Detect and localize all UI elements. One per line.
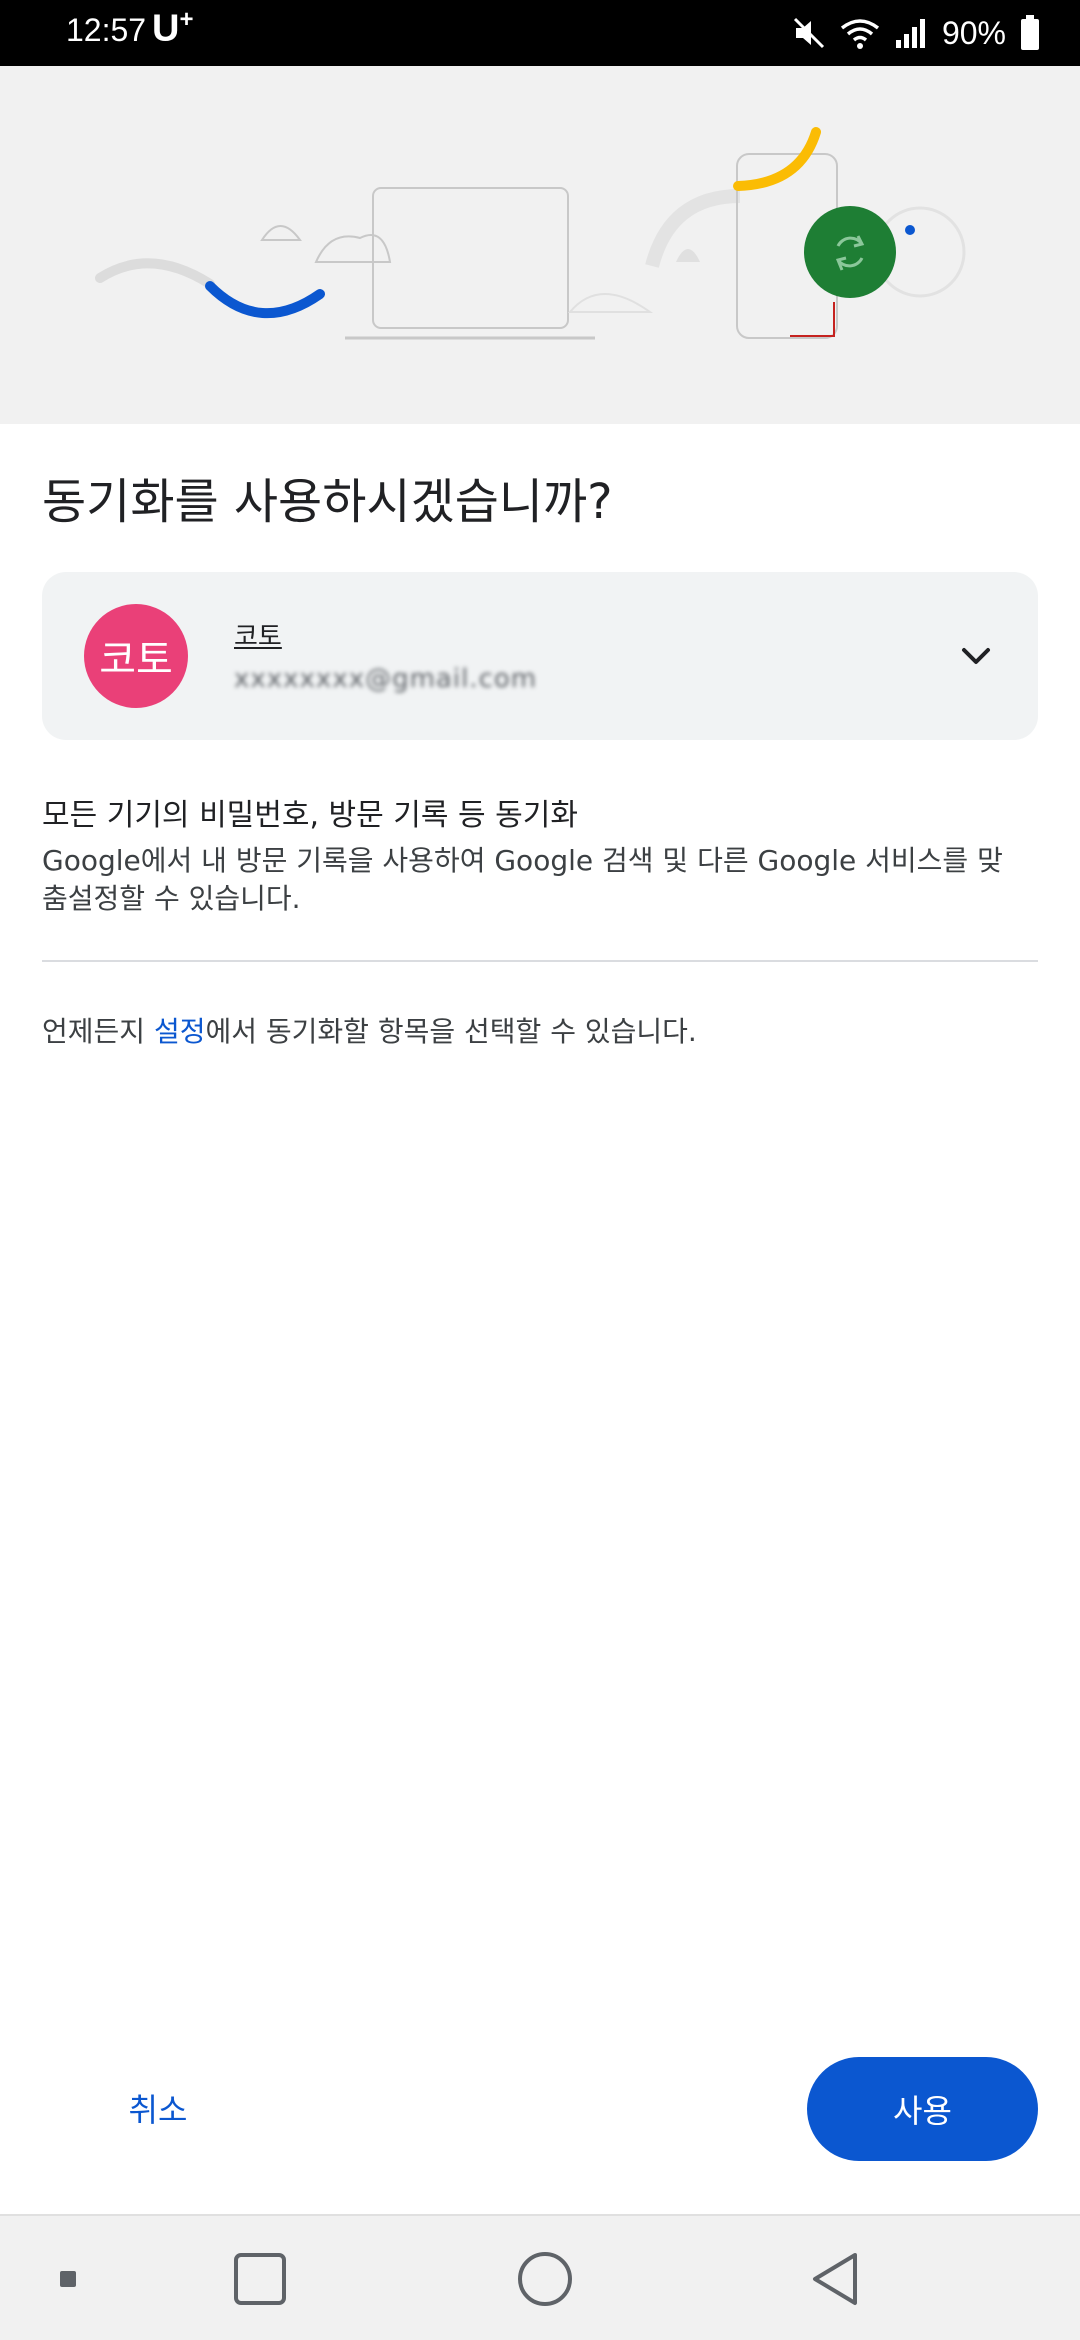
battery-icon bbox=[1021, 15, 1039, 50]
battery-percent: 90% bbox=[941, 14, 1006, 51]
account-email: xxxxxxxx@gmail.com bbox=[234, 664, 538, 694]
back-triangle-icon bbox=[813, 2253, 857, 2305]
wifi-icon bbox=[840, 19, 880, 49]
sync-heading: 모든 기기의 비밀번호, 방문 기록 등 동기화 bbox=[42, 798, 578, 833]
settings-link[interactable]: 설정 bbox=[154, 1015, 206, 1048]
avatar: 코토 bbox=[84, 604, 188, 708]
overview-button[interactable] bbox=[220, 2216, 300, 2340]
carrier-letter: U bbox=[152, 7, 180, 50]
recent-dot-button[interactable] bbox=[40, 2216, 96, 2340]
settings-note-suffix: 에서 동기화할 항목을 선택할 수 있습니다. bbox=[205, 1015, 697, 1048]
cancel-button[interactable]: 취소 bbox=[98, 2068, 218, 2148]
settings-note: 언제든지 설정에서 동기화할 항목을 선택할 수 있습니다. bbox=[42, 1010, 697, 1050]
home-button[interactable] bbox=[505, 2216, 585, 2340]
illustration-svg bbox=[95, 127, 966, 340]
settings-note-prefix: 언제든지 bbox=[42, 1015, 154, 1048]
overview-square-icon bbox=[234, 2253, 286, 2305]
status-bar: 12:57 U+ 90% bbox=[0, 0, 1080, 66]
navigation-bar bbox=[0, 2214, 1080, 2340]
carrier-logo: U+ bbox=[152, 6, 193, 51]
back-button[interactable] bbox=[795, 2216, 875, 2340]
status-time: 12:57 bbox=[66, 12, 147, 48]
home-circle-icon bbox=[518, 2252, 572, 2306]
account-name: 코토 bbox=[234, 622, 282, 652]
account-selector[interactable]: 코토 코토 xxxxxxxx@gmail.com bbox=[42, 572, 1038, 740]
status-icons: 90% bbox=[792, 12, 1040, 54]
sync-description: Google에서 내 방문 기록을 사용하여 Google 검색 및 다른 Go… bbox=[42, 844, 1003, 915]
sync-illustration bbox=[0, 66, 1080, 424]
chevron-down-icon[interactable] bbox=[958, 638, 994, 674]
divider bbox=[42, 960, 1038, 962]
carrier-plus: + bbox=[179, 6, 194, 33]
signal-icon bbox=[895, 19, 925, 48]
recent-dot-icon bbox=[60, 2271, 76, 2287]
mute-icon bbox=[793, 17, 825, 49]
dialog-title: 동기화를 사용하시겠습니까? bbox=[42, 474, 613, 530]
use-sync-button[interactable]: 사용 bbox=[807, 2057, 1038, 2161]
